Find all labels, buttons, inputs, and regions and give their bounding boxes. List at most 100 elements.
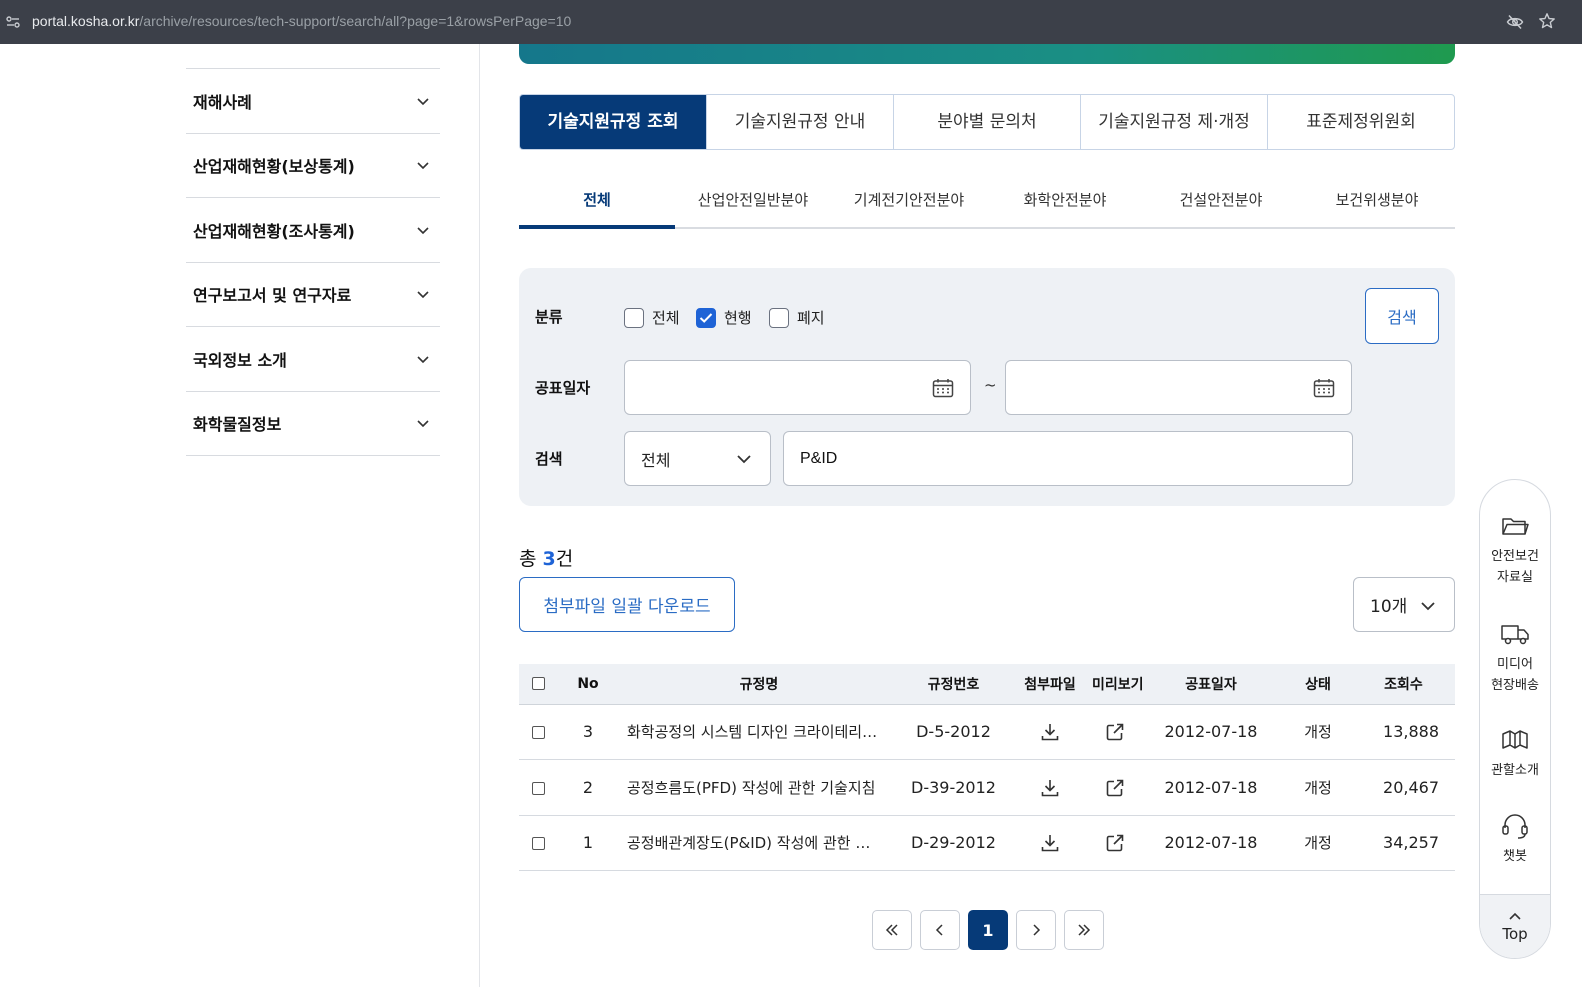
last-page-button[interactable] <box>1064 910 1104 950</box>
url-path: /archive/resources/tech-support/search/a… <box>139 13 572 29</box>
checkbox-box[interactable] <box>769 307 789 328</box>
row-checkbox[interactable] <box>531 781 545 795</box>
sidebar-item-label: 연구보고서 및 연구자료 <box>193 286 352 306</box>
date-from-input[interactable] <box>624 360 971 415</box>
row-checkbox-cell <box>519 815 557 871</box>
search-field-select[interactable]: 전체 <box>624 431 771 486</box>
next-page-button[interactable] <box>1016 910 1056 950</box>
site-settings-icon[interactable] <box>4 13 22 31</box>
checkbox-all[interactable]: 전체 <box>624 307 680 328</box>
external-link-icon[interactable] <box>1105 778 1125 798</box>
quick-item-label: 현장배송 <box>1491 678 1539 693</box>
col-preview: 미리보기 <box>1092 664 1144 705</box>
quick-item-jurisdiction[interactable]: 관할소개 <box>1480 726 1550 781</box>
row-attachment-cell <box>1008 704 1092 760</box>
row-title-link[interactable]: 화학공정의 시스템 디자인 크라이테리… <box>619 704 899 760</box>
row-checkbox[interactable] <box>531 726 545 740</box>
search-input[interactable] <box>783 431 1353 486</box>
pagination: 1 <box>872 910 1104 950</box>
search-button[interactable]: 검색 <box>1365 288 1439 344</box>
date-label: 공표일자 <box>535 379 591 397</box>
subtab-all[interactable]: 전체 <box>519 172 675 229</box>
checkbox-abolished[interactable]: 폐지 <box>769 307 825 328</box>
folder-icon <box>1502 518 1529 535</box>
row-date: 2012-07-18 <box>1138 704 1284 760</box>
scroll-top-button[interactable]: Top <box>1480 894 1550 958</box>
tab-field-contacts[interactable]: 분야별 문의처 <box>893 95 1080 149</box>
tab-tech-rule-revision[interactable]: 기술지원규정 제·개정 <box>1080 95 1267 149</box>
row-views: 34,257 <box>1352 815 1455 871</box>
date-separator: ~ <box>984 376 997 394</box>
sidebar-item-chemical-info[interactable]: 화학물질정보 <box>186 392 440 456</box>
tab-tech-rule-guide[interactable]: 기술지원규정 안내 <box>706 95 893 149</box>
tab-tech-rule-search[interactable]: 기술지원규정 조회 <box>520 95 706 149</box>
chevron-down-icon <box>417 162 429 170</box>
download-icon[interactable] <box>1040 833 1060 853</box>
external-link-icon[interactable] <box>1105 833 1125 853</box>
select-all-checkbox[interactable] <box>531 677 545 691</box>
calendar-icon[interactable] <box>932 378 954 398</box>
truck-icon <box>1501 625 1529 645</box>
sidebar-item-label: 국외정보 소개 <box>193 350 287 370</box>
scroll-top-label: Top <box>1502 924 1528 943</box>
tab-standards-committee[interactable]: 표준제정위원회 <box>1267 95 1454 149</box>
rows-per-page-select[interactable]: 10개 <box>1353 577 1455 632</box>
checkbox-box[interactable] <box>696 307 716 328</box>
subtab-health-hygiene[interactable]: 보건위생분야 <box>1299 172 1455 227</box>
bookmark-star-icon[interactable] <box>1538 12 1556 30</box>
row-no: 1 <box>557 815 619 871</box>
checkbox-box[interactable] <box>624 307 644 328</box>
bulk-download-button[interactable]: 첨부파일 일괄 다운로드 <box>519 577 735 632</box>
quick-item-safety-library[interactable]: 안전보건 자료실 <box>1480 512 1550 588</box>
url-text[interactable]: portal.kosha.or.kr/archive/resources/tec… <box>32 13 571 29</box>
checkbox-current[interactable]: 현행 <box>696 307 752 328</box>
row-attachment-cell <box>1008 759 1092 816</box>
row-date: 2012-07-18 <box>1138 759 1284 816</box>
sidebar-item-accident-stats-survey[interactable]: 산업재해현황(조사통계) <box>186 198 440 263</box>
checkbox-label: 전체 <box>652 309 680 327</box>
prev-page-button[interactable] <box>920 910 960 950</box>
sidebar-item-label: 화학물질정보 <box>193 415 282 435</box>
row-checkbox-cell <box>519 759 557 816</box>
external-link-icon[interactable] <box>1105 722 1125 742</box>
sidebar-item-label: 산업재해현황(보상통계) <box>193 157 355 177</box>
result-count-prefix: 총 <box>519 548 543 570</box>
browser-address-bar[interactable]: portal.kosha.or.kr/archive/resources/tec… <box>0 0 1582 44</box>
quick-item-label: 챗봇 <box>1503 849 1527 864</box>
subtab-industrial-safety[interactable]: 산업안전일반분야 <box>675 172 831 227</box>
row-checkbox[interactable] <box>531 837 545 851</box>
double-chevron-right-icon <box>1078 924 1091 936</box>
sidebar-item-research-reports[interactable]: 연구보고서 및 연구자료 <box>186 263 440 327</box>
sidebar-item-foreign-info[interactable]: 국외정보 소개 <box>186 327 440 392</box>
chevron-down-icon <box>737 455 751 464</box>
download-icon[interactable] <box>1040 778 1060 798</box>
subtab-mechanical-electrical[interactable]: 기계전기안전분야 <box>831 172 987 227</box>
subtab-construction-safety[interactable]: 건설안전분야 <box>1143 172 1299 227</box>
download-icon[interactable] <box>1040 722 1060 742</box>
col-no: No <box>557 664 619 705</box>
date-to-input[interactable] <box>1005 360 1352 415</box>
quick-item-media-delivery[interactable]: 미디어 현장배송 <box>1480 620 1550 696</box>
row-title-link[interactable]: 공정흐름도(PFD) 작성에 관한 기술지침 <box>619 759 899 816</box>
search-filter-panel: 분류 전체 현행 폐지 검색 공표일자 ~ 검색 전체 P&ID <box>519 268 1455 506</box>
sidebar-item-disaster-cases[interactable]: 재해사례 <box>186 69 440 134</box>
eye-off-icon[interactable] <box>1506 13 1524 31</box>
quick-item-chatbot[interactable]: 챗봇 <box>1480 812 1550 867</box>
table-header-row: No 규정명 규정번호 첨부파일 미리보기 공표일자 상태 조회수 <box>519 664 1455 705</box>
subtab-chemical-safety[interactable]: 화학안전분야 <box>987 172 1143 227</box>
page-button-current[interactable]: 1 <box>968 910 1008 950</box>
row-title-link[interactable]: 공정배관계장도(P&ID) 작성에 관한 … <box>619 815 899 871</box>
sidebar-item-accident-stats-compensation[interactable]: 산업재해현황(보상통계) <box>186 134 440 198</box>
sub-tabs: 전체 산업안전일반분야 기계전기안전분야 화학안전분야 건설안전분야 보건위생분… <box>519 172 1455 229</box>
row-views: 20,467 <box>1352 759 1455 816</box>
chevron-down-icon <box>417 291 429 299</box>
page-banner <box>519 44 1455 64</box>
row-preview-cell <box>1092 815 1138 871</box>
row-no: 2 <box>557 759 619 816</box>
first-page-button[interactable] <box>872 910 912 950</box>
row-preview-cell <box>1092 704 1138 760</box>
quick-item-label: 미디어 <box>1497 657 1533 672</box>
row-date: 2012-07-18 <box>1138 815 1284 871</box>
calendar-icon[interactable] <box>1313 378 1335 398</box>
results-table: No 규정명 규정번호 첨부파일 미리보기 공표일자 상태 조회수 3 화학공정… <box>519 664 1455 871</box>
